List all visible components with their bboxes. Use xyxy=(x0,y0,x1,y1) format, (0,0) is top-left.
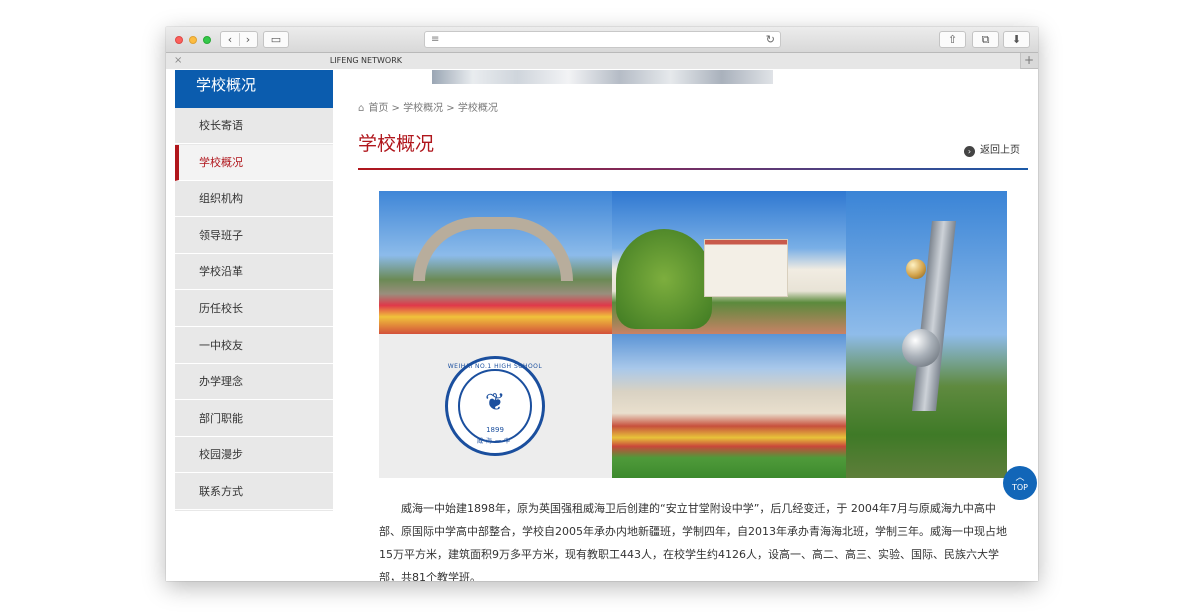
logo-year: 1899 xyxy=(486,426,504,434)
tab-title: LIFENG NETWORK xyxy=(329,56,402,65)
back-arrow-icon[interactable]: ‹ xyxy=(221,32,239,47)
logo-emblem-icon: ❦ xyxy=(484,388,506,416)
address-bar[interactable]: ≡ ↻ xyxy=(424,31,781,48)
sports-field-photo xyxy=(612,334,846,478)
header-banner-image xyxy=(432,70,773,84)
school-logo-panel: WEIHAI NO.1 HIGH SCHOOL ❦ 1899 威海一中 xyxy=(379,334,612,478)
back-to-top-label: TOP xyxy=(1011,483,1028,492)
photo-collage: WEIHAI NO.1 HIGH SCHOOL ❦ 1899 威海一中 xyxy=(379,191,1007,478)
campus-gate-photo xyxy=(379,191,612,334)
minimize-window-button[interactable] xyxy=(189,36,197,44)
breadcrumb-level1[interactable]: 学校概况 xyxy=(403,103,443,114)
reload-icon[interactable]: ↻ xyxy=(766,32,775,47)
back-link-label: 返回上页 xyxy=(980,145,1020,156)
browser-window: ‹ › ▭ ≡ ↻ ⇧ ⧉ ⬇ × LIFENG NETWORK + 学校概况 校… xyxy=(166,27,1038,581)
sidebar-item-campus-tour[interactable]: 校园漫步 xyxy=(175,437,333,473)
sidebar-toggle-icon[interactable]: ▭ xyxy=(263,31,289,48)
sidebar-nav: 学校概况 校长寄语 学校概况 组织机构 领导班子 学校沿革 历任校长 一中校友 … xyxy=(175,70,333,511)
sidebar-title: 学校概况 xyxy=(175,70,333,108)
sidebar-item-former-principals[interactable]: 历任校长 xyxy=(175,291,333,327)
new-tab-icon[interactable]: + xyxy=(1024,53,1034,68)
history-nav: ‹ › xyxy=(220,31,258,48)
title-divider xyxy=(358,168,1028,170)
web-page: 学校概况 校长寄语 学校概况 组织机构 领导班子 学校沿革 历任校长 一中校友 … xyxy=(166,70,1038,581)
forward-arrow-icon[interactable]: › xyxy=(239,32,257,47)
campus-building-photo xyxy=(612,191,846,334)
sidebar-item-organization[interactable]: 组织机构 xyxy=(175,181,333,217)
zoom-window-button[interactable] xyxy=(203,36,211,44)
breadcrumb-home[interactable]: 首页 xyxy=(368,103,388,114)
page-title: 学校概况 xyxy=(358,133,435,155)
chevron-up-icon: ︿ xyxy=(1015,473,1025,483)
sidebar-item-philosophy[interactable]: 办学理念 xyxy=(175,364,333,400)
logo-chinese-name: 威海一中 xyxy=(476,438,513,445)
breadcrumb-separator: > xyxy=(388,103,404,114)
intro-paragraph: 威海一中始建1898年，原为英国强租威海卫后创建的“安立甘堂附设中学”，后几经变… xyxy=(379,502,1007,581)
sidebar-item-principal-message[interactable]: 校长寄语 xyxy=(175,108,333,144)
sidebar-item-history[interactable]: 学校沿革 xyxy=(175,254,333,290)
tab-lifeng-network[interactable]: × LIFENG NETWORK xyxy=(166,53,1021,69)
sidebar-item-alumni[interactable]: 一中校友 xyxy=(175,328,333,364)
sidebar-item-contact[interactable]: 联系方式 xyxy=(175,474,333,510)
back-link[interactable]: › 返回上页 xyxy=(964,144,1020,158)
download-icon[interactable]: ⬇ xyxy=(1003,31,1030,48)
school-logo: WEIHAI NO.1 HIGH SCHOOL ❦ 1899 威海一中 xyxy=(445,356,545,456)
breadcrumb-current: 学校概况 xyxy=(457,103,498,114)
sculpture-photo xyxy=(846,191,1007,478)
reader-mode-icon[interactable]: ≡ xyxy=(431,32,439,47)
show-tabs-icon[interactable]: ⧉ xyxy=(972,31,999,48)
back-to-top-button[interactable]: ︿ TOP xyxy=(1003,466,1037,500)
chevron-right-icon: › xyxy=(964,146,975,157)
browser-toolbar: ‹ › ▭ ≡ ↻ ⇧ ⧉ ⬇ xyxy=(166,27,1038,53)
close-window-button[interactable] xyxy=(175,36,183,44)
sidebar-item-school-overview[interactable]: 学校概况 xyxy=(175,145,333,181)
sidebar-item-departments[interactable]: 部门职能 xyxy=(175,401,333,437)
logo-text: WEIHAI NO.1 HIGH SCHOOL xyxy=(447,363,543,370)
breadcrumb: ⌂ 首页 > 学校概况 > 学校概况 xyxy=(358,102,498,116)
breadcrumb-separator: > xyxy=(443,103,458,114)
tab-strip: × LIFENG NETWORK + xyxy=(166,53,1038,69)
share-icon[interactable]: ⇧ xyxy=(939,31,966,48)
home-icon[interactable]: ⌂ xyxy=(358,103,364,114)
sidebar-item-leadership[interactable]: 领导班子 xyxy=(175,218,333,254)
